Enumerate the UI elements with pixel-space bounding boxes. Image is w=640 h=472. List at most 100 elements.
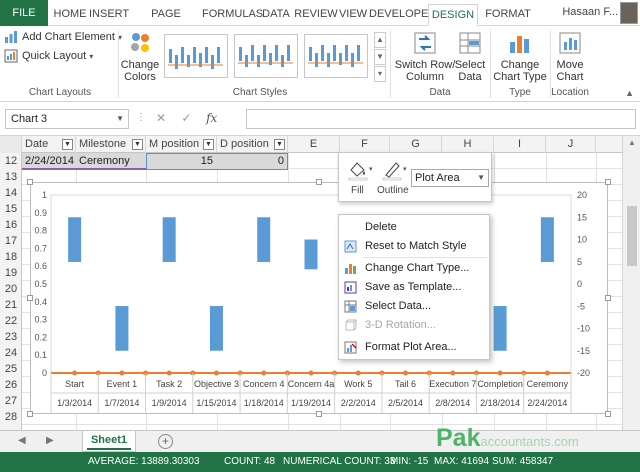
scrollbar-thumb[interactable] [627,206,637,266]
cell-milestone[interactable]: Ceremony [76,153,146,169]
menu-item-format-plot-area[interactable]: Format Plot Area... [339,338,489,357]
row-header[interactable]: 14 [0,185,22,201]
row-header[interactable]: 21 [0,297,22,313]
resize-handle[interactable] [316,411,322,417]
column-header-j[interactable]: J [546,136,596,153]
chevron-right-icon[interactable]: ▶ [46,435,54,446]
column-header-milestone[interactable]: Milestone ▼ [76,136,146,153]
tab-formulas[interactable]: FORMULAS [202,4,263,26]
avatar[interactable] [620,2,638,24]
row-header[interactable]: 17 [0,233,22,249]
column-header-i[interactable]: I [494,136,546,153]
formula-input[interactable] [246,109,636,129]
filter-dropdown-icon[interactable]: ▼ [274,139,285,150]
tab-file[interactable]: FILE [0,0,48,26]
row-header[interactable]: 24 [0,345,22,361]
row-header[interactable]: 20 [0,281,22,297]
collapse-ribbon-icon[interactable]: ▲ [625,88,634,98]
row-header[interactable]: 26 [0,377,22,393]
filter-dropdown-icon[interactable]: ▼ [62,139,73,150]
filter-dropdown-icon[interactable]: ▼ [203,139,214,150]
cell-date[interactable]: 2/24/2014 [22,153,76,169]
tab-data[interactable]: DATA [259,4,293,26]
column-header-f[interactable]: F [340,136,390,153]
column-header-m-position[interactable]: M position ▼ [146,136,217,153]
tab-home[interactable]: HOME [52,4,88,26]
fill-bucket-icon[interactable] [347,159,369,181]
chart-styles-gallery-scroll[interactable]: ▲ ▼ ▾ [374,32,386,82]
row-header[interactable]: 27 [0,393,22,409]
column-header-g[interactable]: G [390,136,442,153]
row-header[interactable]: 13 [0,169,22,185]
chevron-up-icon[interactable]: ▲ [628,138,636,147]
chevron-down-icon[interactable]: ▼ [477,170,485,186]
tab-format[interactable]: FORMAT [482,4,534,26]
change-chart-type-button[interactable]: Change Chart Type [492,30,548,83]
tab-review[interactable]: REVIEW [294,4,338,26]
resize-handle[interactable] [27,295,33,301]
chart-style-2[interactable] [234,34,298,78]
resize-handle[interactable] [605,295,611,301]
filter-dropdown-icon[interactable]: ▼ [132,139,143,150]
row-header[interactable]: 15 [0,201,22,217]
row-header[interactable]: 22 [0,313,22,329]
chevron-up-icon[interactable]: ▲ [374,32,386,48]
chevron-down-icon[interactable]: ▾ [403,165,407,173]
row-header[interactable]: 25 [0,361,22,377]
tab-insert[interactable]: INSERT [89,4,129,26]
add-sheet-button[interactable]: + [158,434,173,449]
chart-style-1[interactable] [164,34,228,78]
resize-handle[interactable] [605,411,611,417]
chart-style-3[interactable] [304,34,368,78]
add-chart-element-button[interactable]: Add Chart Element ▾ [4,29,122,45]
select-data-button[interactable]: Select Data [454,30,486,83]
select-all-corner[interactable] [0,136,22,153]
column-header-d-position[interactable]: D position ▼ [217,136,288,153]
more-icon[interactable]: ⋮ [136,112,146,123]
menu-item-save-template[interactable]: Save as Template... [339,278,489,297]
more-icon[interactable]: ▾ [374,66,386,82]
chart-object[interactable]: 0 0.1 0.2 0.3 0.4 0.5 0.6 0.7 0.8 0.9 1 -20 -15 -10 -5… [30,182,608,414]
enter-icon[interactable]: ✓ [175,111,197,125]
row-header[interactable]: 19 [0,265,22,281]
row-header[interactable]: 23 [0,329,22,345]
change-colors-button[interactable]: Change Colors [120,30,160,83]
name-box[interactable]: Chart 3 ▼ [5,109,129,129]
resize-handle[interactable] [316,179,322,185]
chevron-down-icon[interactable]: ▾ [369,165,373,173]
outline-pen-icon[interactable] [381,159,403,181]
row-header[interactable]: 28 [0,409,22,425]
chart-element-select[interactable]: Plot Area ▼ [411,169,489,187]
tab-page-layout[interactable]: PAGE LAYOUT [130,4,202,40]
vertical-scrollbar[interactable]: ▲ [622,136,640,430]
user-name[interactable]: Hasaan F... [562,6,618,18]
name-box-value: Chart 3 [11,113,48,125]
chevron-down-icon[interactable]: ▼ [374,49,386,65]
sheet-tab-sheet1[interactable]: Sheet1 [82,431,136,452]
left-axis-tick-label: 0.3 [34,315,47,325]
column-header-h[interactable]: H [442,136,494,153]
quick-layout-button[interactable]: Quick Layout ▾ [4,48,93,64]
tab-view[interactable]: VIEW [338,4,368,26]
row-header[interactable]: 18 [0,249,22,265]
resize-handle[interactable] [27,179,33,185]
menu-item-delete[interactable]: Delete [339,218,489,237]
menu-item-reset-style[interactable]: Reset to Match Style [339,237,489,256]
tab-design[interactable]: DESIGN [428,4,478,26]
cancel-icon[interactable]: ✕ [150,111,172,125]
row-header[interactable]: 12 [0,153,22,169]
column-header-e[interactable]: E [288,136,340,153]
switch-row-column-button[interactable]: Switch Row/ Column [394,30,456,83]
chevron-left-icon[interactable]: ◀ [18,435,26,446]
chevron-down-icon[interactable]: ▼ [116,110,124,128]
bar [257,217,271,262]
column-header-date[interactable]: Date ▼ [22,136,76,153]
row-header[interactable]: 16 [0,217,22,233]
insert-function-icon[interactable]: fx [201,111,223,125]
resize-handle[interactable] [27,411,33,417]
menu-item-select-data[interactable]: Select Data... [339,297,489,316]
menu-item-change-chart-type[interactable]: Change Chart Type... [339,259,489,278]
tab-developer[interactable]: DEVELOPER [369,4,436,26]
move-chart-button[interactable]: Move Chart [552,30,588,83]
resize-handle[interactable] [605,179,611,185]
